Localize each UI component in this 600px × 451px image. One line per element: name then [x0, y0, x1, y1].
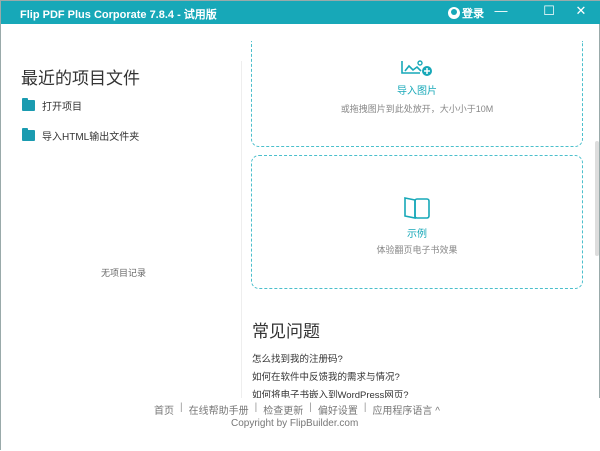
folder-icon — [22, 98, 35, 111]
folder-icon — [22, 128, 35, 141]
title-bar: Flip PDF Plus Corporate 7.8.4 - 试用版 登录 —… — [1, 1, 600, 24]
sample-hint: 体验翻页电子书效果 — [376, 245, 458, 255]
window-title: Flip PDF Plus Corporate 7.8.4 - 试用版 — [20, 9, 217, 21]
home-link[interactable]: 首页 — [154, 402, 174, 417]
open-project[interactable]: 打开项目 — [22, 98, 82, 113]
sample-box[interactable]: 示例 体验翻页电子书效果 — [251, 155, 583, 289]
footer: 首页 | 在线帮助手册 | 检查更新 | 偏好设置 | 应用程序语言 ^ Copyrig… — [1, 398, 600, 451]
recent-panel: 最近的项目文件 打开项目 导入HTML输出文件夹 无项目记录 — [1, 24, 241, 404]
recent-title: 最近的项目文件 — [21, 69, 140, 88]
login-button[interactable]: 登录 — [448, 5, 484, 21]
minimize-button[interactable]: — — [489, 3, 513, 21]
faq-item[interactable]: 如何在软件中反馈我的需求与情况? — [252, 369, 400, 383]
import-image-label: 导入图片 — [397, 86, 437, 97]
import-html-folder[interactable]: 导入HTML输出文件夹 — [22, 128, 139, 143]
copyright: Copyright by FlipBuilder.com — [231, 418, 359, 429]
sample-label: 示例 — [407, 229, 427, 240]
language-link[interactable]: 应用程序语言 ^ — [372, 402, 439, 417]
preferences-link[interactable]: 偏好设置 — [318, 402, 358, 417]
login-label: 登录 — [462, 8, 484, 20]
maximize-button[interactable]: ☐ — [537, 3, 561, 21]
empty-message: 无项目记录 — [101, 268, 147, 278]
open-project-label: 打开项目 — [42, 102, 82, 113]
import-image-dropzone[interactable]: 导入图片 或拖拽图片到此处放开，大小小于10M — [251, 41, 583, 147]
scrollbar[interactable] — [595, 141, 599, 256]
faq-item[interactable]: 怎么找到我的注册码? — [252, 351, 343, 365]
import-image-hint: 或拖拽图片到此处放开，大小小于10M — [340, 104, 494, 114]
user-icon — [448, 7, 460, 19]
online-help-link[interactable]: 在线帮助手册 — [189, 402, 249, 417]
book-icon — [404, 197, 430, 219]
image-add-icon — [401, 60, 432, 76]
close-button[interactable]: ✕ — [569, 3, 593, 21]
divider — [241, 61, 242, 401]
check-update-link[interactable]: 检查更新 — [263, 402, 303, 417]
import-html-label: 导入HTML输出文件夹 — [42, 132, 140, 143]
faq-title: 常见问题 — [252, 322, 320, 341]
